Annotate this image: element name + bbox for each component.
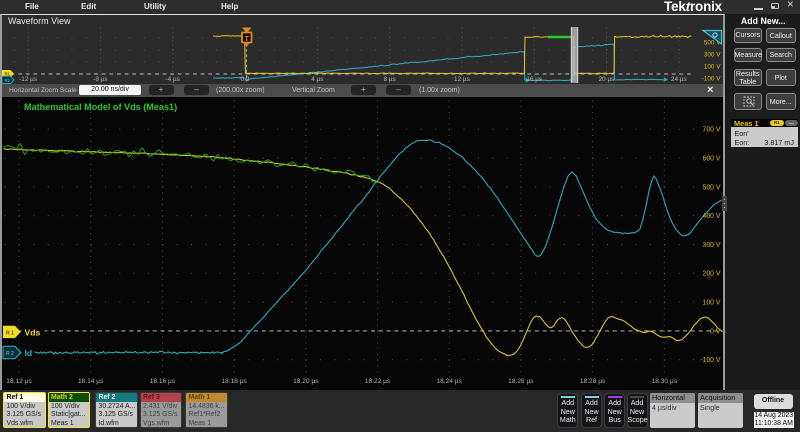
svg-text:Id: Id [25,347,33,357]
svg-text:0 V: 0 V [710,328,721,335]
svg-text:12 µs: 12 µs [454,76,470,83]
svg-text:R 2: R 2 [6,350,14,356]
svg-text:18.18 µs: 18.18 µs [221,378,247,385]
svg-text:18.26 µs: 18.26 µs [508,378,534,385]
svg-text:18.22 µs: 18.22 µs [365,378,391,385]
svg-text:18.14 µs: 18.14 µs [78,378,104,385]
svg-text:T: T [245,36,250,43]
svg-text:R 1: R 1 [6,330,14,336]
svg-text:24 µs: 24 µs [671,76,687,83]
svg-text:400 V: 400 V [702,213,720,220]
svg-text:18.30 µs: 18.30 µs [652,378,678,385]
svg-text:Mathematical Model of Vds (Mea: Mathematical Model of Vds (Meas1) [24,102,177,112]
svg-text:18.28 µs: 18.28 µs [580,378,606,385]
svg-text:200 V: 200 V [702,270,720,277]
svg-text:500 V: 500 V [702,184,720,191]
svg-text:0,0: 0,0 [241,76,250,83]
svg-text:-4 µs: -4 µs [166,76,180,83]
svg-text:-12 µs: -12 µs [19,76,37,83]
svg-text:4 µs: 4 µs [311,76,323,83]
svg-text:20 µs: 20 µs [599,76,615,83]
svg-text:18.24 µs: 18.24 µs [436,378,462,385]
svg-text:-100 V: -100 V [700,357,721,364]
svg-text:600 V: 600 V [702,155,720,162]
svg-text:100 V: 100 V [702,299,720,306]
svg-text:18.20 µs: 18.20 µs [293,378,319,385]
svg-text:-8 µs: -8 µs [93,76,107,83]
svg-text:16 µs: 16 µs [526,76,542,83]
svg-text:Vds: Vds [25,327,41,337]
svg-text:100 V: 100 V [704,63,721,70]
svg-text:300 V: 300 V [704,51,721,58]
svg-text:R2: R2 [5,78,11,83]
svg-text:18.12 µs: 18.12 µs [6,378,32,385]
svg-text:-100 V: -100 V [702,75,722,82]
svg-text:8 µs: 8 µs [383,76,395,83]
svg-text:18.16 µs: 18.16 µs [150,378,176,385]
svg-text:300 V: 300 V [702,241,720,248]
svg-text:700 V: 700 V [702,126,720,133]
